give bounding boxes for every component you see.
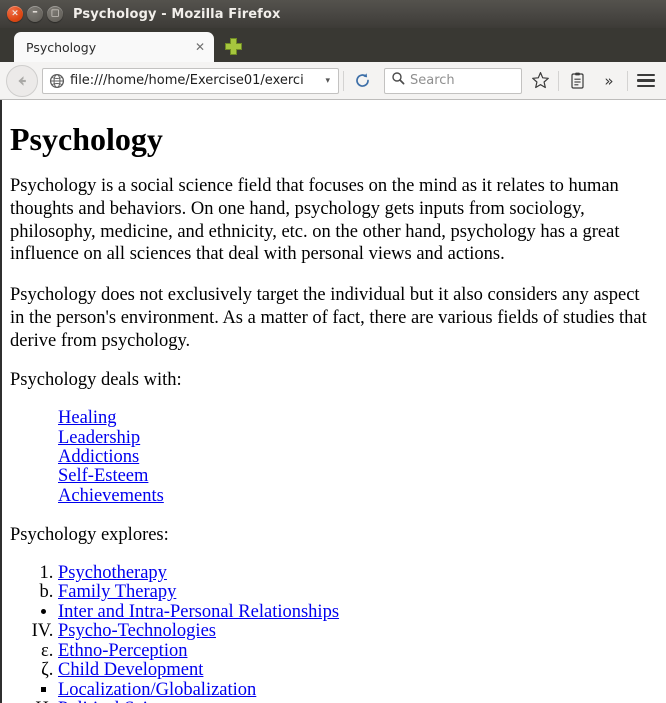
list-item: Achievements: [58, 486, 658, 506]
clipboard-icon: [570, 72, 584, 89]
list-item: Localization/Globalization: [58, 680, 658, 700]
window-controls: × – □: [7, 6, 63, 22]
chevron-down-icon[interactable]: ▾: [319, 76, 336, 86]
link-child-development[interactable]: Child Development: [58, 660, 203, 680]
search-icon: [391, 71, 405, 90]
title-bar: × – □ Psychology - Mozilla Firefox: [0, 0, 666, 28]
link-healing[interactable]: Healing: [58, 408, 117, 428]
search-bar[interactable]: Search: [384, 67, 522, 94]
page-content: Psychology Psychology is a social scienc…: [0, 100, 666, 703]
maximize-icon: □: [50, 8, 60, 18]
close-icon: ×: [11, 8, 19, 18]
tab-close-icon[interactable]: ✕: [192, 39, 208, 55]
list-item: Self-Esteem: [58, 467, 658, 486]
tab-bar: Psychology ✕: [0, 28, 666, 62]
bookmark-button[interactable]: [526, 67, 554, 95]
url-bar[interactable]: file:///home/home/Exercise01/exerci ▾: [42, 67, 339, 94]
tab-label: Psychology: [26, 39, 97, 55]
search-placeholder: Search: [410, 73, 455, 88]
paragraph-1: Psychology is a social science field tha…: [10, 176, 620, 265]
list-item: Leadership: [58, 428, 658, 448]
link-localization-globalization[interactable]: Localization/Globalization: [58, 680, 256, 700]
tab-psychology[interactable]: Psychology ✕: [14, 32, 214, 62]
link-psycho-technologies[interactable]: Psycho-Technologies: [58, 621, 216, 641]
menu-button[interactable]: [632, 67, 660, 95]
firefox-window: × – □ Psychology - Mozilla Firefox Psych…: [0, 0, 666, 703]
link-addictions[interactable]: Addictions: [58, 447, 139, 467]
window-maximize-button[interactable]: □: [47, 6, 63, 22]
url-text: file:///home/home/Exercise01/exerci: [70, 73, 304, 88]
overflow-button[interactable]: »: [595, 67, 623, 95]
link-inter-and-intra-personal-relationships[interactable]: Inter and Intra-Personal Relationships: [58, 602, 339, 622]
back-arrow-icon: [18, 75, 26, 86]
explores-intro: Psychology explores:: [10, 525, 169, 546]
hamburger-icon: [637, 73, 655, 88]
toolbar-divider-3: [627, 70, 628, 91]
plus-icon: [224, 37, 242, 55]
deals-with-list: Healing Leadership Addictions Self-Estee…: [10, 408, 658, 506]
list-item: Psychotherapy: [58, 563, 658, 583]
explores-list: Psychotherapy Family Therapy Inter and I…: [10, 563, 658, 703]
new-tab-button[interactable]: [218, 31, 248, 61]
link-psychotherapy[interactable]: Psychotherapy: [58, 563, 167, 583]
reload-button[interactable]: [348, 67, 376, 95]
reader-view-button[interactable]: [563, 67, 591, 95]
list-item: Psycho-Technologies: [58, 622, 658, 641]
reload-icon: [355, 73, 369, 87]
list-item: Family Therapy: [58, 583, 658, 602]
page-title: Psychology: [10, 121, 163, 157]
paragraph-2: Psychology does not exclusively target t…: [10, 285, 647, 351]
link-leadership[interactable]: Leadership: [58, 428, 140, 448]
globe-icon: [49, 73, 65, 89]
minimize-icon: –: [32, 4, 38, 18]
window-title: Psychology - Mozilla Firefox: [73, 6, 281, 22]
link-ethno-perception[interactable]: Ethno-Perception: [58, 641, 187, 661]
back-button[interactable]: [6, 64, 38, 97]
link-achievements[interactable]: Achievements: [58, 486, 164, 506]
window-minimize-button[interactable]: –: [27, 6, 43, 22]
list-item: Addictions: [58, 447, 658, 467]
link-family-therapy[interactable]: Family Therapy: [58, 582, 176, 602]
list-item: Inter and Intra-Personal Relationships: [58, 602, 658, 622]
link-political-science[interactable]: Political Science: [58, 699, 182, 703]
list-item: Healing: [58, 408, 658, 428]
list-item: Child Development: [58, 660, 658, 680]
toolbar-divider: [343, 70, 344, 91]
deals-with-intro: Psychology deals with:: [10, 370, 182, 391]
toolbar-divider-2: [558, 70, 559, 91]
navigation-toolbar: file:///home/home/Exercise01/exerci ▾ Se…: [0, 62, 666, 100]
window-close-button[interactable]: ×: [7, 6, 23, 22]
list-item: Ethno-Perception: [58, 641, 658, 661]
star-icon: [531, 72, 549, 89]
link-self-esteem[interactable]: Self-Esteem: [58, 466, 148, 486]
